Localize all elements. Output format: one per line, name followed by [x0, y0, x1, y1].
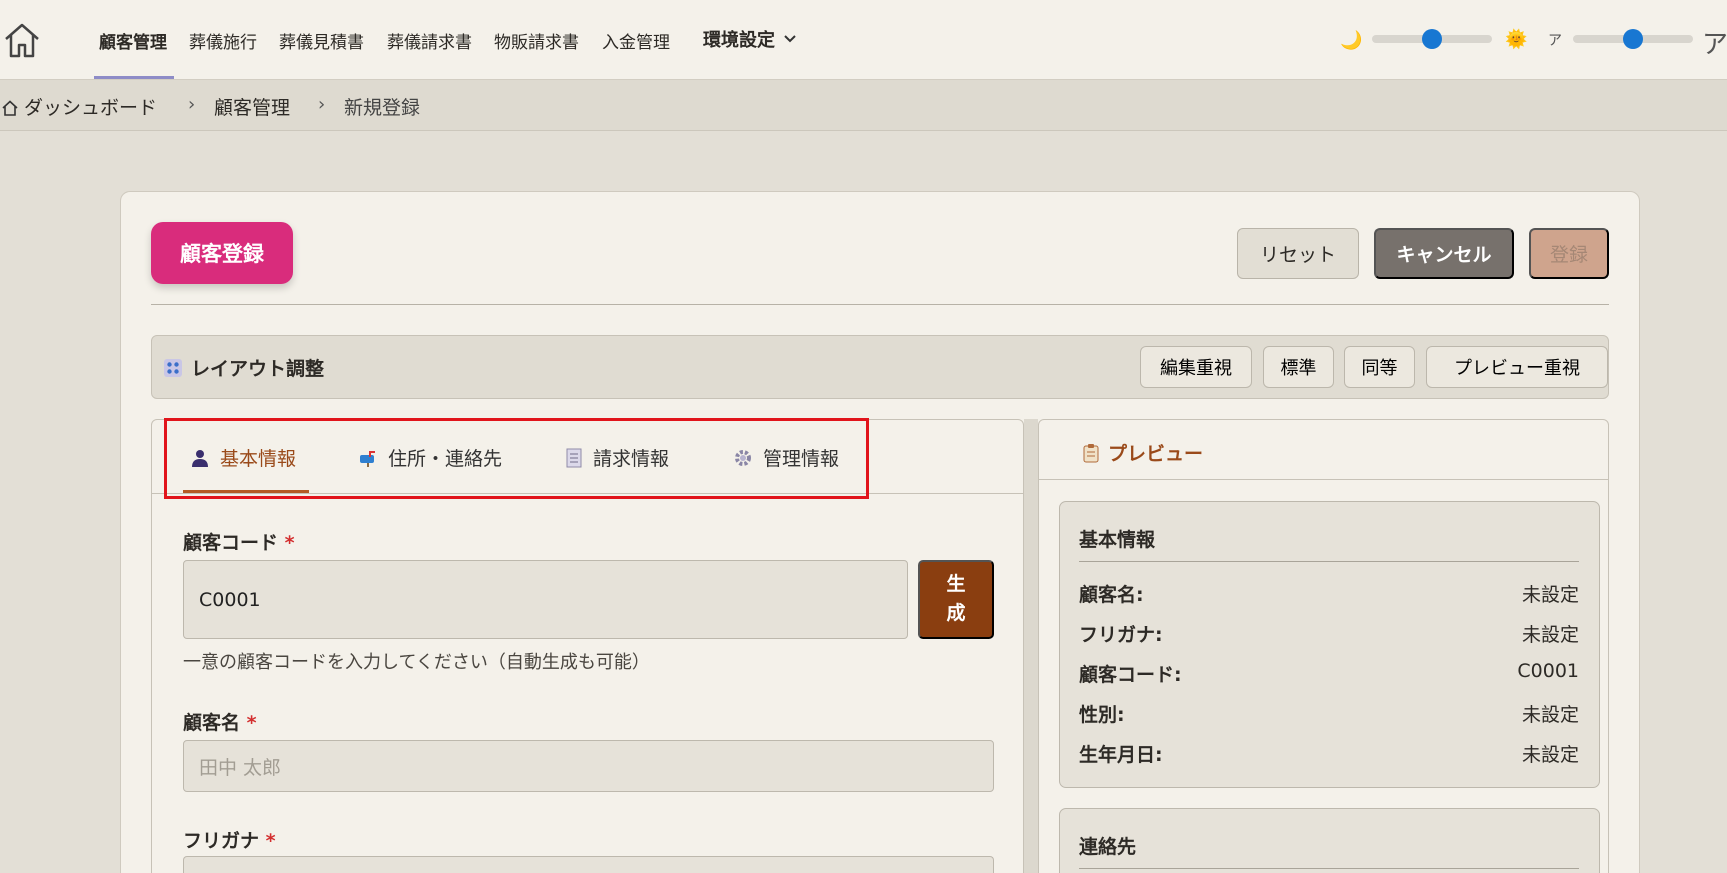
- font-size-large-label: ア: [1702, 30, 1727, 60]
- nav-active-indicator: [94, 76, 174, 79]
- clipboard-icon: [1083, 443, 1099, 462]
- moon-icon: 🌙: [1340, 30, 1363, 51]
- preview-value-furigana: 未設定: [1521, 624, 1579, 646]
- layout-grid-icon: [164, 358, 182, 377]
- customer-code-help: 一意の顧客コードを入力してください（自動生成も可能）: [183, 652, 650, 673]
- nav-item-goods-invoice[interactable]: 物販請求書: [494, 28, 579, 53]
- panel-resize-handle[interactable]: [1024, 419, 1038, 873]
- preview-label-gender: 性別:: [1079, 704, 1125, 726]
- preview-basic-title: 基本情報: [1079, 529, 1156, 551]
- preview-contact-title: 連絡先: [1079, 836, 1137, 858]
- preview-label-name: 顧客名:: [1079, 584, 1144, 606]
- generate-code-button[interactable]: 生成: [918, 560, 994, 639]
- preview-value-name: 未設定: [1521, 584, 1579, 606]
- layout-title-text: レイアウト調整: [191, 358, 325, 380]
- reset-button[interactable]: リセット: [1237, 228, 1359, 279]
- layout-option-edit[interactable]: 編集重視: [1140, 346, 1252, 388]
- preview-contact-rule: [1079, 868, 1579, 869]
- cancel-button[interactable]: キャンセル: [1374, 228, 1514, 279]
- sun-icon: 🌞: [1505, 29, 1528, 50]
- submit-button[interactable]: 登録: [1529, 228, 1609, 279]
- home-icon[interactable]: [0, 18, 44, 62]
- preview-label-birthdate: 生年月日:: [1079, 744, 1163, 766]
- chevron-right-icon: ›: [188, 94, 196, 115]
- theme-slider-thumb[interactable]: [1422, 29, 1442, 49]
- layout-option-preview[interactable]: プレビュー重視: [1426, 346, 1608, 388]
- required-mark: *: [284, 532, 295, 554]
- customer-name-input[interactable]: 田中 太郎: [183, 740, 994, 792]
- nav-item-funeral-invoice[interactable]: 葬儀請求書: [387, 28, 472, 53]
- layout-option-standard[interactable]: 標準: [1263, 346, 1334, 388]
- nav-item-payments[interactable]: 入金管理: [602, 28, 670, 53]
- customer-code-label: 顧客コード *: [183, 532, 295, 554]
- preview-value-birthdate: 未設定: [1521, 744, 1579, 766]
- furigana-input[interactable]: [183, 856, 994, 873]
- breadcrumb-dashboard[interactable]: ダッシュボード: [24, 93, 157, 120]
- preview-label-furigana: フリガナ:: [1079, 624, 1163, 646]
- nav-item-funeral-estimate[interactable]: 葬儀見積書: [279, 28, 364, 53]
- top-nav: 顧客管理 葬儀施行 葬儀見積書 葬儀請求書 物販請求書 入金管理 環境設定 🌙 …: [0, 0, 1727, 80]
- layout-option-equal[interactable]: 同等: [1344, 346, 1415, 388]
- home-small-icon: [2, 100, 18, 116]
- page-title: 顧客登録: [151, 222, 293, 284]
- preview-value-code: C0001: [1517, 660, 1579, 682]
- nav-item-funeral-service[interactable]: 葬儀施行: [189, 28, 257, 53]
- settings-menu[interactable]: 環境設定: [703, 26, 797, 52]
- breadcrumb-customers[interactable]: 顧客管理: [214, 93, 290, 120]
- preview-divider: [1039, 479, 1608, 480]
- nav-item-customers[interactable]: 顧客管理: [99, 28, 167, 53]
- preview-label-code: 顧客コード:: [1079, 664, 1182, 686]
- chevron-down-icon: [784, 35, 796, 43]
- customer-code-input[interactable]: C0001: [183, 560, 908, 639]
- layout-title: レイアウト調整: [163, 354, 324, 381]
- customer-name-label: 顧客名 *: [183, 712, 257, 734]
- breadcrumb-new: 新規登録: [344, 97, 421, 119]
- preview-contact-card: [1059, 808, 1600, 873]
- preview-basic-rule: [1079, 561, 1579, 562]
- furigana-label: フリガナ *: [183, 830, 276, 852]
- settings-label: 環境設定: [703, 30, 775, 51]
- font-size-slider-thumb[interactable]: [1623, 29, 1643, 49]
- preview-title: プレビュー: [1082, 439, 1203, 466]
- required-mark: *: [246, 712, 257, 734]
- chevron-right-icon: ›: [318, 94, 326, 115]
- header-divider: [151, 304, 1609, 305]
- breadcrumb: ダッシュボード › 顧客管理 › 新規登録: [0, 80, 1727, 131]
- font-size-small-label: ア: [1548, 33, 1562, 49]
- tab-highlight-box: [164, 418, 869, 499]
- required-mark: *: [265, 830, 276, 852]
- preview-value-gender: 未設定: [1521, 704, 1579, 726]
